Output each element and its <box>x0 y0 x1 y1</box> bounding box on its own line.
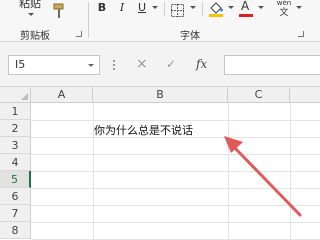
spreadsheet-grid[interactable]: A B C 1 2 3 4 5 6 7 8 你为什么总是不说话 <box>0 87 320 240</box>
ribbon-separator <box>164 2 165 16</box>
phonetic-bottom-label: 文 <box>279 8 289 18</box>
enter-icon[interactable]: ✓ <box>166 57 176 71</box>
ribbon-separator <box>88 2 89 38</box>
underline-button[interactable]: U <box>136 0 148 16</box>
clipboard-group-label: 剪贴板 <box>20 31 50 42</box>
annotation-arrow <box>224 136 302 217</box>
ribbon: 粘贴 剪贴板 B I U A wén 文 字体 <box>0 0 320 42</box>
phonetic-dropdown-icon[interactable] <box>296 6 302 9</box>
font-color-dropdown-icon[interactable] <box>258 6 264 9</box>
underline-dropdown-icon[interactable] <box>152 6 158 9</box>
paste-button[interactable]: 粘贴 <box>16 0 44 12</box>
font-color-icon[interactable]: A <box>239 0 253 18</box>
name-box[interactable]: I5 <box>8 55 100 75</box>
bold-button[interactable]: B <box>96 0 108 16</box>
formula-input[interactable] <box>224 55 320 75</box>
fill-color-dropdown-icon[interactable] <box>228 6 234 9</box>
cancel-icon[interactable]: × <box>136 56 148 72</box>
fill-color-icon[interactable] <box>208 0 224 18</box>
clipboard-dialog-launcher-icon[interactable] <box>76 31 82 37</box>
borders-icon[interactable] <box>171 2 184 17</box>
font-group-label: 字体 <box>180 31 200 42</box>
insert-function-button[interactable]: fx <box>196 57 207 71</box>
phonetic-guide-button[interactable]: wén 文 <box>276 0 292 19</box>
formula-buttons: × ✓ fx <box>124 55 220 75</box>
formula-bar: I5 × ✓ fx <box>0 42 320 87</box>
italic-button[interactable]: I <box>117 0 127 16</box>
ribbon-separator <box>202 2 203 16</box>
borders-dropdown-icon[interactable] <box>190 6 196 9</box>
font-dialog-launcher-icon[interactable] <box>298 31 304 37</box>
name-box-dropdown-icon[interactable] <box>88 64 94 67</box>
format-painter-icon[interactable] <box>52 3 66 19</box>
paste-dropdown-icon[interactable] <box>28 13 34 16</box>
phonetic-top-label: wén <box>276 0 292 7</box>
formula-bar-grip-icon[interactable] <box>113 60 115 72</box>
